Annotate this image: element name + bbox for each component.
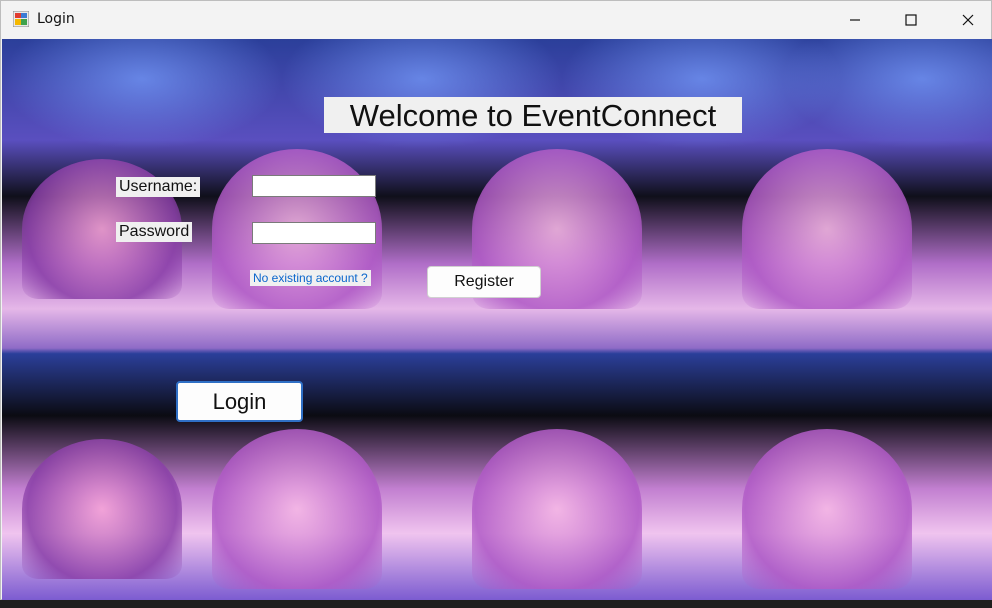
minimize-button[interactable]	[832, 1, 878, 38]
welcome-heading: Welcome to EventConnect	[324, 97, 742, 133]
app-form-icon	[13, 11, 29, 27]
no-account-link[interactable]: No existing account ?	[250, 270, 371, 286]
background-decoration	[742, 429, 912, 589]
login-button[interactable]: Login	[176, 381, 303, 422]
form-client-area: Welcome to EventConnect Username: Passwo…	[2, 39, 992, 601]
minimize-icon	[850, 18, 860, 21]
password-label: Password	[116, 222, 193, 242]
username-label: Username:	[116, 177, 201, 197]
password-input[interactable]	[252, 222, 376, 244]
close-button[interactable]	[945, 1, 991, 38]
close-icon	[962, 14, 974, 25]
background-decoration	[22, 439, 182, 579]
window-title: Login	[37, 11, 75, 27]
taskbar-edge	[0, 600, 992, 608]
maximize-button[interactable]	[888, 1, 934, 38]
login-window: Login Welcome to EventConnect Username: …	[0, 0, 992, 601]
background-decoration	[212, 429, 382, 589]
background-decoration	[742, 149, 912, 309]
maximize-icon	[905, 13, 917, 26]
background-decoration	[472, 429, 642, 589]
title-bar[interactable]: Login	[1, 1, 991, 38]
register-button[interactable]: Register	[427, 266, 541, 298]
username-input[interactable]	[252, 175, 376, 197]
